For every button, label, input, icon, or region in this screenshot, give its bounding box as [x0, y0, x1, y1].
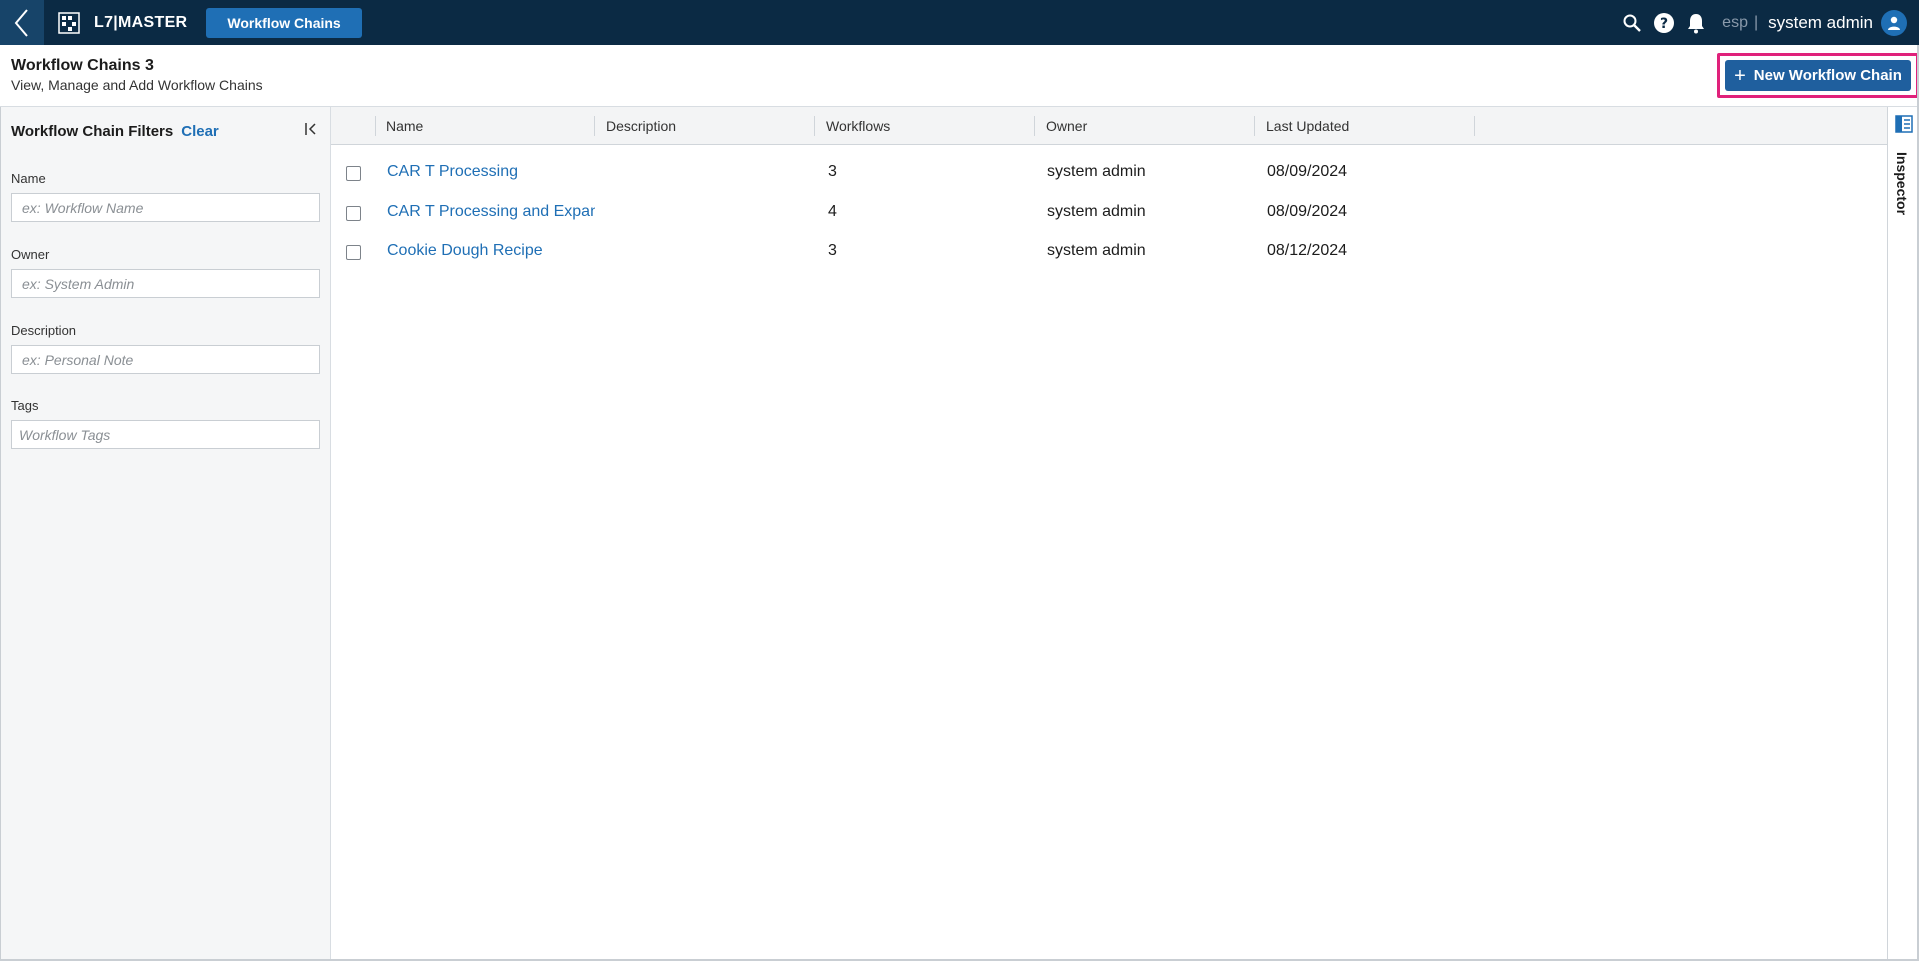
search-icon	[1623, 14, 1642, 32]
svg-text:?: ?	[1660, 16, 1668, 32]
clear-filters-link[interactable]: Clear	[181, 123, 219, 140]
workflow-count: 3	[828, 163, 837, 180]
workflow-count: 4	[828, 203, 837, 220]
new-workflow-chain-highlight: + New Workflow Chain	[1717, 53, 1919, 98]
filters-title: Workflow Chain Filters	[11, 123, 174, 140]
column-header-last-updated[interactable]: Last Updated	[1255, 107, 1475, 145]
last-updated-value: 08/09/2024	[1267, 203, 1348, 220]
workflow-count: 3	[828, 242, 837, 259]
inspector-panel: Inspector	[1887, 107, 1919, 961]
back-button[interactable]	[0, 0, 44, 45]
last-updated-value: 08/09/2024	[1267, 163, 1348, 180]
owner-filter-input[interactable]	[11, 269, 320, 298]
table-row[interactable]: CAR T Processing and Expansion 4 system …	[331, 185, 1887, 225]
chevron-left-icon	[14, 8, 28, 37]
column-divider	[1474, 116, 1475, 136]
topbar-actions: ? esp | system admin	[1620, 0, 1919, 45]
row-checkbox[interactable]	[346, 245, 361, 260]
table-header: Name Description Workflows Owner Last Up…	[331, 107, 1887, 145]
user-icon	[1888, 16, 1900, 30]
name-filter-input[interactable]	[11, 193, 320, 222]
tags-filter-input[interactable]	[11, 420, 320, 449]
app-name: L7|MASTER	[94, 13, 188, 31]
notifications-button[interactable]	[1684, 11, 1708, 35]
workflow-chain-name-link[interactable]: CAR T Processing	[387, 163, 595, 181]
description-filter-label: Description	[11, 323, 77, 338]
search-button[interactable]	[1620, 11, 1644, 35]
filters-panel: Workflow Chain Filters Clear Name Owner …	[0, 107, 331, 961]
inspector-tab[interactable]: Inspector	[1894, 152, 1910, 215]
bell-icon	[1688, 13, 1705, 33]
owner-value: system admin	[1047, 203, 1146, 220]
page-subtitle: View, Manage and Add Workflow Chains	[11, 77, 263, 93]
avatar[interactable]	[1881, 9, 1907, 36]
page-header: Workflow Chains 3 View, Manage and Add W…	[0, 45, 1919, 107]
column-header-description[interactable]: Description	[595, 107, 815, 145]
language-separator: |	[1753, 13, 1759, 31]
last-updated-value: 08/12/2024	[1267, 242, 1348, 259]
new-workflow-chain-label: New Workflow Chain	[1753, 67, 1902, 84]
workflow-chain-name-link[interactable]: Cookie Dough Recipe	[387, 242, 595, 260]
grid-logo-icon	[58, 11, 80, 34]
app-logo[interactable]: L7|MASTER	[58, 11, 188, 34]
collapse-filters-button[interactable]	[301, 119, 321, 139]
column-header-name[interactable]: Name	[375, 107, 595, 145]
filters-header: Workflow Chain Filters Clear	[11, 123, 219, 140]
name-filter-label: Name	[11, 171, 46, 186]
table-row[interactable]: CAR T Processing 3 system admin 08/09/20…	[331, 145, 1887, 185]
tab-workflow-chains[interactable]: Workflow Chains	[206, 7, 362, 38]
plus-icon: +	[1734, 64, 1746, 87]
page-title: Workflow Chains 3	[11, 57, 154, 74]
help-icon: ?	[1654, 12, 1675, 33]
owner-filter-label: Owner	[11, 247, 50, 262]
table-row[interactable]: Cookie Dough Recipe 3 system admin 08/12…	[331, 225, 1887, 265]
row-checkbox[interactable]	[346, 166, 361, 181]
workflow-chains-table: Name Description Workflows Owner Last Up…	[331, 107, 1887, 961]
tags-filter-label: Tags	[11, 398, 39, 413]
user-name[interactable]: system admin	[1768, 13, 1873, 33]
workflow-chain-name-link[interactable]: CAR T Processing and Expansion	[387, 203, 595, 221]
inspector-panel-icon[interactable]	[1895, 115, 1913, 133]
help-button[interactable]: ?	[1652, 11, 1676, 35]
owner-value: system admin	[1047, 242, 1146, 259]
language-switch[interactable]: esp	[1722, 14, 1748, 32]
description-filter-input[interactable]	[11, 345, 320, 374]
new-workflow-chain-button[interactable]: + New Workflow Chain	[1725, 60, 1911, 91]
row-checkbox[interactable]	[346, 206, 361, 221]
top-navigation-bar: L7|MASTER Workflow Chains ? esp | system…	[0, 0, 1919, 45]
column-header-workflows[interactable]: Workflows	[815, 107, 1035, 145]
column-header-owner[interactable]: Owner	[1035, 107, 1255, 145]
collapse-left-icon	[305, 123, 316, 135]
owner-value: system admin	[1047, 163, 1146, 180]
